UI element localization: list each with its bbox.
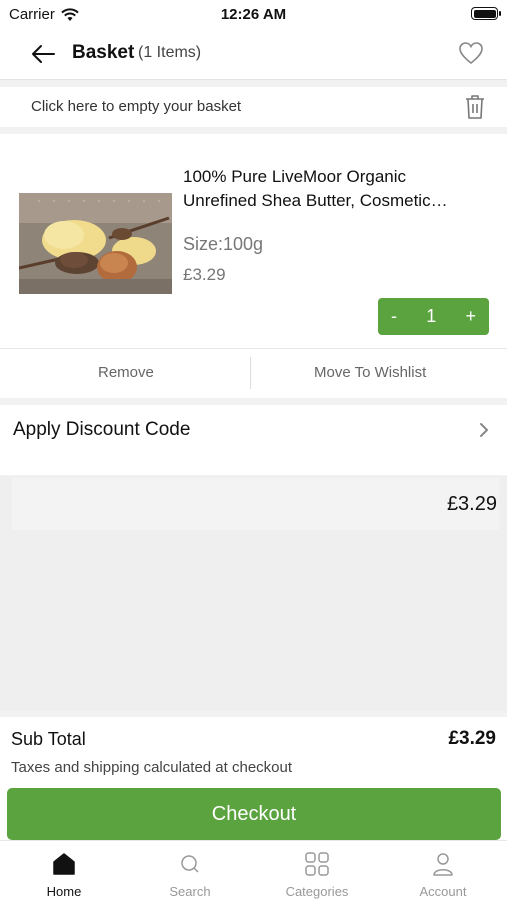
- tab-account[interactable]: Account: [380, 841, 506, 900]
- account-icon: [433, 853, 453, 876]
- item-actions: Remove Move To Wishlist: [0, 348, 507, 398]
- trash-icon[interactable]: [463, 93, 487, 121]
- action-divider: [250, 357, 251, 389]
- summary-price: £3.29: [446, 493, 497, 515]
- summary-area: £3.29: [0, 476, 507, 711]
- tab-label-account: Account: [419, 884, 467, 899]
- tax-note: Taxes and shipping calculated at checkou…: [11, 759, 293, 776]
- product-image[interactable]: [19, 193, 172, 294]
- product-price: £3.29: [183, 265, 226, 284]
- heart-icon[interactable]: [457, 39, 485, 67]
- apply-discount-row[interactable]: Apply Discount Code: [0, 405, 507, 475]
- battery-icon: [471, 7, 501, 20]
- quantity-value: 1: [426, 306, 437, 326]
- search-icon: [181, 855, 199, 873]
- tab-label-home: Home: [46, 884, 82, 899]
- page-title: Basket: [72, 42, 135, 63]
- product-title[interactable]: 100% Pure LiveMoor Organic Unrefined She…: [183, 165, 483, 213]
- remove-button[interactable]: Remove: [98, 364, 154, 381]
- discount-label[interactable]: Apply Discount Code: [13, 419, 190, 441]
- quantity-stepper: - 1 +: [378, 298, 489, 335]
- tab-bar: Home Search Categories Account: [0, 840, 507, 900]
- empty-basket-bar[interactable]: Click here to empty your basket: [0, 87, 507, 127]
- checkout-button[interactable]: Checkout: [7, 788, 501, 840]
- move-to-wishlist-button[interactable]: Move To Wishlist: [314, 364, 426, 381]
- item-count: (1 Items): [138, 44, 202, 61]
- tab-categories[interactable]: Categories: [254, 841, 380, 900]
- app-header: Basket (1 Items): [0, 30, 507, 80]
- tab-search[interactable]: Search: [127, 841, 253, 900]
- chevron-right-icon: [480, 423, 488, 437]
- status-bar: Carrier 12:26 AM: [0, 0, 507, 30]
- tab-label-search: Search: [169, 884, 211, 899]
- summary-price-row: £3.29: [12, 478, 499, 530]
- categories-icon: [305, 852, 329, 876]
- empty-basket-label[interactable]: Click here to empty your basket: [31, 98, 241, 115]
- subtotal-value: £3.29: [448, 728, 496, 749]
- increase-quantity-button[interactable]: +: [465, 306, 476, 327]
- back-arrow-icon[interactable]: [28, 39, 58, 69]
- tab-label-categories: Categories: [285, 884, 349, 899]
- tab-home[interactable]: Home: [1, 841, 127, 900]
- clock: 12:26 AM: [220, 6, 287, 23]
- basket-item: 100% Pure LiveMoor Organic Unrefined She…: [0, 134, 507, 398]
- home-icon: [53, 853, 75, 875]
- subtotal-label: Sub Total: [11, 729, 86, 749]
- decrease-quantity-button[interactable]: -: [391, 306, 397, 327]
- product-size: Size:100g: [183, 234, 264, 254]
